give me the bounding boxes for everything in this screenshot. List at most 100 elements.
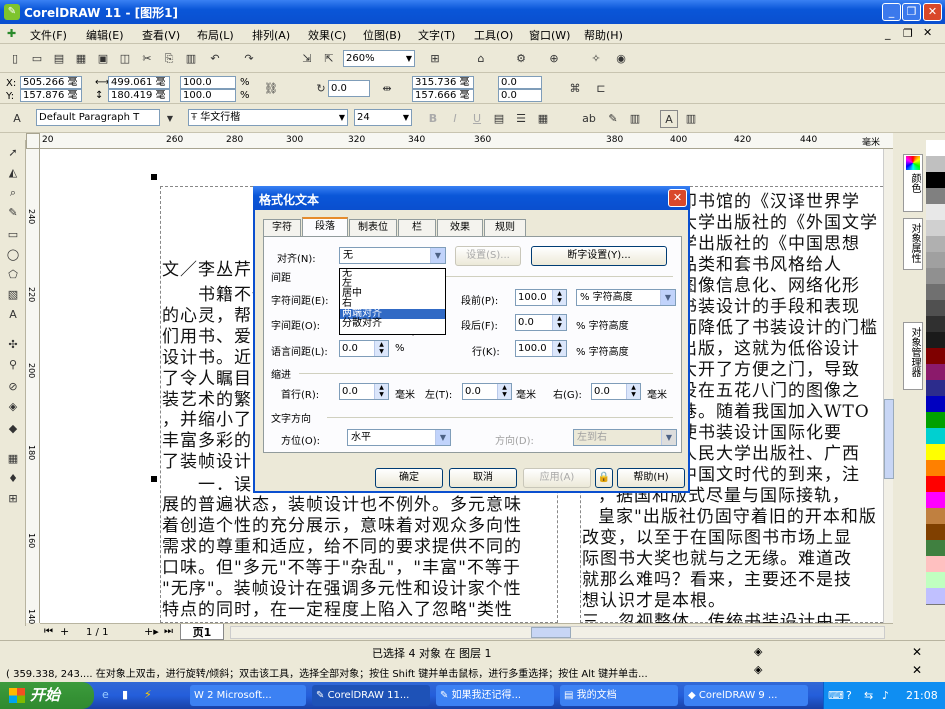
text-a-icon[interactable]: A [660, 110, 678, 128]
last-page-icon[interactable]: ⏭ [164, 626, 173, 637]
pick-tool-icon[interactable]: ➚ [4, 144, 22, 162]
selection-handle[interactable] [151, 174, 157, 180]
mdi-minimize-button[interactable]: _ [885, 27, 891, 40]
page-tab[interactable]: 页1 [180, 624, 224, 640]
tab-paragraph[interactable]: 段落 [302, 217, 348, 237]
lang-spacing-input[interactable]: 0.0 ▲ ▼ [339, 340, 389, 357]
font-size-combo[interactable]: 24 ▼ [354, 109, 412, 126]
palette-swatch[interactable] [926, 572, 945, 589]
direction-combo[interactable]: 左到右 ▼ [573, 429, 677, 446]
menu-file[interactable]: 文件(F) [30, 27, 67, 43]
palette-swatch[interactable] [926, 172, 945, 189]
keyboard-icon[interactable]: ⌨ [828, 682, 844, 709]
palette-swatch[interactable] [926, 412, 945, 429]
palette-swatch[interactable] [926, 364, 945, 381]
menu-effects[interactable]: 效果(C) [308, 27, 346, 43]
palette-swatch[interactable] [926, 220, 945, 237]
align-option-force-justify[interactable]: 分散对齐 [340, 319, 445, 329]
apply-button[interactable]: 应用(A) [523, 468, 591, 488]
spin-arrows-icon[interactable]: ▲ ▼ [497, 384, 511, 399]
menu-bitmaps[interactable]: 位图(B) [363, 27, 401, 43]
menu-help[interactable]: 帮助(H) [584, 27, 623, 43]
format-text-icon[interactable]: ab [580, 110, 598, 128]
palette-swatch[interactable] [926, 460, 945, 477]
height-field[interactable]: 180.419 毫 [108, 89, 170, 102]
export-icon[interactable]: ⇱ [320, 50, 338, 68]
mdi-close-button[interactable]: ✕ [923, 26, 932, 39]
mirror-h-icon[interactable]: ⇹ [378, 80, 396, 98]
quicklaunch2-icon[interactable]: ⚡ [144, 688, 152, 701]
paste-icon[interactable]: ▥ [182, 50, 200, 68]
vscroll-thumb[interactable] [884, 399, 894, 479]
palette-swatch[interactable] [926, 204, 945, 221]
palette-swatch[interactable] [926, 556, 945, 573]
volume-icon[interactable]: ♪ [882, 682, 889, 709]
ellipse-tool-icon[interactable]: ◯ [4, 246, 22, 264]
angle-field[interactable]: 0.0 [328, 80, 370, 97]
width-field[interactable]: 499.061 毫 [108, 76, 170, 89]
print-icon[interactable]: ▣ [94, 50, 112, 68]
to-front-icon[interactable]: ⊏ [592, 80, 610, 98]
bold-icon[interactable]: B [424, 110, 442, 128]
help-tray-icon[interactable]: ? [846, 682, 852, 709]
network-icon[interactable]: ⇆ [864, 682, 873, 709]
zoom-combo[interactable]: 260% ▼ [343, 50, 415, 67]
tab-tabs[interactable]: 制表位 [349, 219, 397, 236]
palette-swatch[interactable] [926, 396, 945, 413]
ok-button[interactable]: 确定 [375, 468, 443, 488]
restore-button[interactable]: ❐ [902, 3, 921, 21]
align-option-none[interactable]: 无 [340, 269, 445, 279]
palette-swatch[interactable] [926, 348, 945, 365]
docker-tab-object-manager[interactable]: 对象管理器 [903, 322, 923, 390]
tab-effects[interactable]: 效果 [437, 219, 483, 236]
new-from-template-icon[interactable]: ▭ [28, 50, 46, 68]
spin-arrows-icon[interactable]: ▲ ▼ [626, 384, 640, 399]
minimize-button[interactable]: _ [882, 3, 901, 21]
basic-shapes-icon[interactable]: ▧ [4, 286, 22, 304]
menu-layout[interactable]: 布局(L) [197, 27, 234, 43]
palette-swatch[interactable] [926, 508, 945, 525]
mesh-fill-icon[interactable]: ▦ [4, 450, 22, 468]
underline-icon[interactable]: U [468, 110, 486, 128]
interactive-fill-icon[interactable]: ◆ [4, 420, 22, 438]
before-unit-combo[interactable]: % 字符高度 ▼ [576, 289, 676, 306]
vertical-text-icon[interactable]: ▥ [626, 110, 644, 128]
snap-objects-icon[interactable]: ⌂ [472, 50, 490, 68]
fill-tool-icon[interactable]: ◈ [4, 398, 22, 416]
help-button[interactable]: 帮助(H) [617, 468, 685, 488]
menu-text[interactable]: 文字(T) [418, 27, 455, 43]
new-icon[interactable]: ▯ [6, 50, 24, 68]
app-launcher-icon[interactable]: ✧ [587, 50, 605, 68]
mdi-restore-button[interactable]: ❐ [903, 27, 913, 40]
chevron-down-icon[interactable]: ▼ [161, 110, 179, 128]
tab-rules[interactable]: 规则 [484, 219, 526, 236]
task-coreldraw11[interactable]: ✎ CorelDRAW 11... [312, 685, 430, 706]
add-page-icon[interactable]: + [60, 625, 69, 638]
cut-icon[interactable]: ✂ [138, 50, 156, 68]
italic-icon[interactable]: I [446, 110, 464, 128]
task-coreldraw9[interactable]: ◆ CorelDRAW 9 ... [684, 685, 808, 706]
ie-icon[interactable]: e [102, 688, 109, 701]
lock-button[interactable]: 🔒 [595, 468, 613, 488]
palette-swatch[interactable] [926, 524, 945, 541]
eyedropper-tool-icon[interactable]: ⚲ [4, 356, 22, 374]
palette-swatch[interactable] [926, 332, 945, 349]
y-position-field[interactable]: 157.876 毫 [20, 89, 82, 102]
palette-swatch[interactable] [926, 284, 945, 301]
vertical-scrollbar[interactable] [883, 149, 894, 623]
task-document[interactable]: ✎ 如果我还记得... [436, 685, 554, 706]
interactive-tool-icon[interactable]: ✣ [4, 336, 22, 354]
spin-arrows-icon[interactable]: ▲ ▼ [374, 384, 388, 399]
palette-swatch[interactable] [926, 444, 945, 461]
palette-swatch[interactable] [926, 300, 945, 317]
menu-arrange[interactable]: 排列(A) [252, 27, 290, 43]
horizontal-scrollbar[interactable] [230, 626, 885, 639]
selection-handle[interactable] [151, 476, 157, 482]
polygon-tool-icon[interactable]: ⬠ [4, 266, 22, 284]
close-button[interactable]: ✕ [923, 3, 942, 21]
menu-view[interactable]: 查看(V) [142, 27, 180, 43]
snap-grid-icon[interactable]: ⊞ [426, 50, 444, 68]
hyphenation-settings-button[interactable]: 断字设置(Y)... [531, 246, 667, 266]
align-combo[interactable]: 无 ▼ [339, 247, 446, 264]
palette-swatch[interactable] [926, 476, 945, 493]
